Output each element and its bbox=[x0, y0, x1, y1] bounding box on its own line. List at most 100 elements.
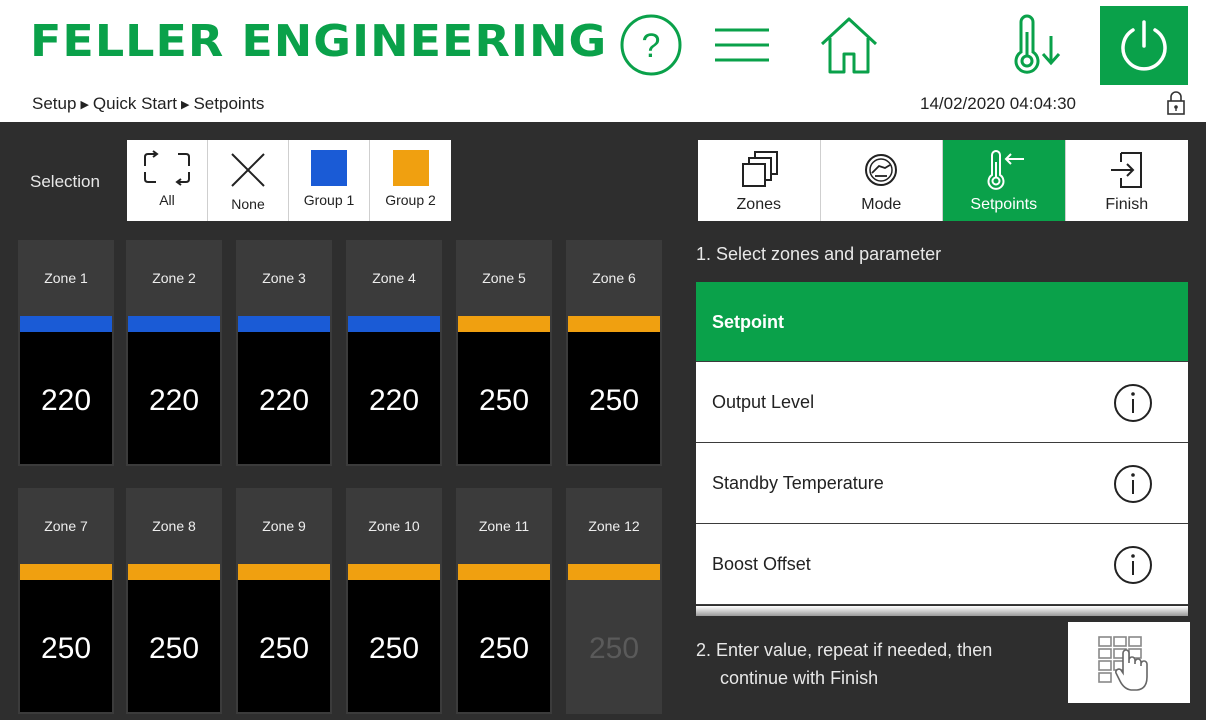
zone-tile[interactable]: Zone 2 220 bbox=[126, 240, 222, 466]
breadcrumb-separator-icon: ▶ bbox=[80, 99, 89, 111]
zone-tile[interactable]: Zone 11 250 bbox=[456, 488, 552, 714]
zone-tile[interactable]: Zone 12 250 bbox=[566, 488, 662, 714]
zone-group-bar bbox=[20, 564, 112, 580]
zone-setpoint-value: 220 bbox=[368, 384, 420, 417]
menu-button[interactable] bbox=[712, 10, 772, 80]
zone-setpoint-value: 250 bbox=[368, 632, 420, 665]
tab-zones[interactable]: Zones bbox=[698, 140, 821, 221]
select-none-label: None bbox=[231, 196, 265, 212]
parameter-label: Standby Temperature bbox=[712, 473, 884, 493]
info-icon bbox=[1114, 465, 1152, 503]
menu-icon bbox=[715, 28, 769, 62]
zone-name: Zone 12 bbox=[588, 518, 640, 534]
zone-setpoint-value: 250 bbox=[588, 632, 640, 665]
lock-button[interactable] bbox=[1166, 90, 1186, 121]
step-1-instruction: 1. Select zones and parameter bbox=[696, 244, 942, 264]
close-icon bbox=[231, 153, 265, 187]
zone-name: Zone 9 bbox=[262, 518, 306, 534]
keypad-button[interactable] bbox=[1068, 622, 1190, 703]
group-1-swatch bbox=[311, 150, 347, 186]
parameter-list: Setpoint Output Level Standby Temperatur… bbox=[696, 282, 1188, 605]
select-group-1-button[interactable]: Group 1 bbox=[289, 140, 370, 221]
info-button[interactable] bbox=[1112, 544, 1154, 591]
breadcrumb-item[interactable]: Quick Start bbox=[93, 94, 177, 113]
keypad-touch-icon bbox=[1098, 635, 1148, 691]
home-icon bbox=[820, 17, 878, 74]
zone-name: Zone 6 bbox=[592, 270, 636, 286]
zone-tile[interactable]: Zone 6 250 bbox=[566, 240, 662, 466]
parameter-setpoint[interactable]: Setpoint bbox=[696, 282, 1188, 362]
breadcrumb-item[interactable]: Setup bbox=[32, 94, 76, 113]
datetime: 14/02/2020 04:04:30 bbox=[920, 94, 1076, 113]
group-2-swatch bbox=[392, 150, 429, 186]
zone-tile[interactable]: Zone 10 250 bbox=[346, 488, 442, 714]
zone-setpoint-value: 250 bbox=[588, 384, 640, 417]
parameter-output-level[interactable]: Output Level bbox=[696, 362, 1188, 443]
group-2-label: Group 2 bbox=[385, 192, 436, 208]
zone-name: Zone 3 bbox=[262, 270, 306, 286]
parameter-label: Boost Offset bbox=[712, 554, 811, 574]
power-button[interactable] bbox=[1100, 6, 1188, 85]
breadcrumb-separator-icon: ▶ bbox=[181, 99, 190, 111]
select-all-button[interactable]: All bbox=[127, 140, 208, 221]
zone-group-bar bbox=[568, 316, 660, 332]
info-button[interactable] bbox=[1112, 463, 1154, 510]
tab-finish-label: Finish bbox=[1105, 196, 1149, 213]
select-none-button[interactable]: None bbox=[208, 140, 289, 221]
zone-name: Zone 8 bbox=[152, 518, 196, 534]
zone-setpoint-value: 220 bbox=[148, 384, 200, 417]
zone-name: Zone 2 bbox=[152, 270, 196, 286]
zone-tile[interactable]: Zone 8 250 bbox=[126, 488, 222, 714]
zone-group-bar bbox=[238, 564, 330, 580]
mode-icon bbox=[865, 154, 898, 186]
thermometer-down-icon bbox=[1014, 14, 1061, 74]
zone-tile[interactable]: Zone 9 250 bbox=[236, 488, 332, 714]
zone-name: Zone 1 bbox=[44, 270, 88, 286]
help-icon: ? bbox=[620, 14, 682, 76]
zone-name: Zone 5 bbox=[482, 270, 526, 286]
zone-setpoint-value: 220 bbox=[258, 384, 310, 417]
zone-group-bar bbox=[458, 316, 550, 332]
group-1-label: Group 1 bbox=[303, 192, 355, 208]
zone-tile[interactable]: Zone 1 220 bbox=[18, 240, 114, 466]
select-group-2-button[interactable]: Group 2 bbox=[370, 140, 451, 221]
brand-logo: FELLER ENGINEERING bbox=[30, 15, 608, 67]
info-button[interactable] bbox=[1112, 382, 1154, 429]
list-scroll-fade bbox=[696, 606, 1188, 616]
info-icon bbox=[1114, 384, 1152, 422]
setpoints-icon bbox=[987, 150, 1024, 190]
home-button[interactable] bbox=[814, 10, 884, 80]
tab-setpoints-label: Setpoints bbox=[970, 196, 1038, 213]
finish-icon bbox=[1110, 152, 1142, 188]
zone-setpoint-value: 250 bbox=[258, 632, 310, 665]
zone-setpoint-value: 220 bbox=[40, 384, 92, 417]
select-all-icon bbox=[144, 150, 190, 186]
step-2-line-1: 2. Enter value, repeat if needed, then bbox=[696, 640, 993, 660]
lock-icon bbox=[1167, 91, 1185, 115]
zone-panel: Selection All None Group 1 Group 2 Zone … bbox=[0, 122, 676, 720]
zone-name: Zone 7 bbox=[44, 518, 88, 534]
svg-text:?: ? bbox=[642, 27, 661, 65]
parameter-boost-offset[interactable]: Boost Offset bbox=[696, 524, 1188, 605]
zone-group-bar bbox=[348, 316, 440, 332]
help-button[interactable]: ? bbox=[616, 10, 686, 80]
step-2-line-2: continue with Finish bbox=[720, 668, 879, 688]
tab-mode[interactable]: Mode bbox=[821, 140, 943, 221]
zone-group-bar bbox=[128, 316, 220, 332]
zone-tile[interactable]: Zone 5 250 bbox=[456, 240, 552, 466]
wizard-panel: Zones Mode Setpoints Finish 1. Select zo… bbox=[676, 122, 1206, 720]
info-icon bbox=[1114, 546, 1152, 584]
zones-icon bbox=[741, 151, 778, 187]
zone-tile[interactable]: Zone 3 220 bbox=[236, 240, 332, 466]
zone-tile[interactable]: Zone 7 250 bbox=[18, 488, 114, 714]
zone-group-bar bbox=[128, 564, 220, 580]
step-2-instruction: 2. Enter value, repeat if needed, then c… bbox=[696, 636, 1066, 692]
tab-setpoints[interactable]: Setpoints bbox=[943, 140, 1066, 221]
zone-tile[interactable]: Zone 4 220 bbox=[346, 240, 442, 466]
parameter-standby-temperature[interactable]: Standby Temperature bbox=[696, 443, 1188, 524]
zone-setpoint-value: 250 bbox=[478, 632, 530, 665]
temperature-button[interactable] bbox=[1002, 10, 1072, 80]
selection-buttons: All None Group 1 Group 2 bbox=[127, 140, 451, 221]
tab-mode-label: Mode bbox=[861, 196, 902, 213]
tab-finish[interactable]: Finish bbox=[1066, 140, 1189, 221]
